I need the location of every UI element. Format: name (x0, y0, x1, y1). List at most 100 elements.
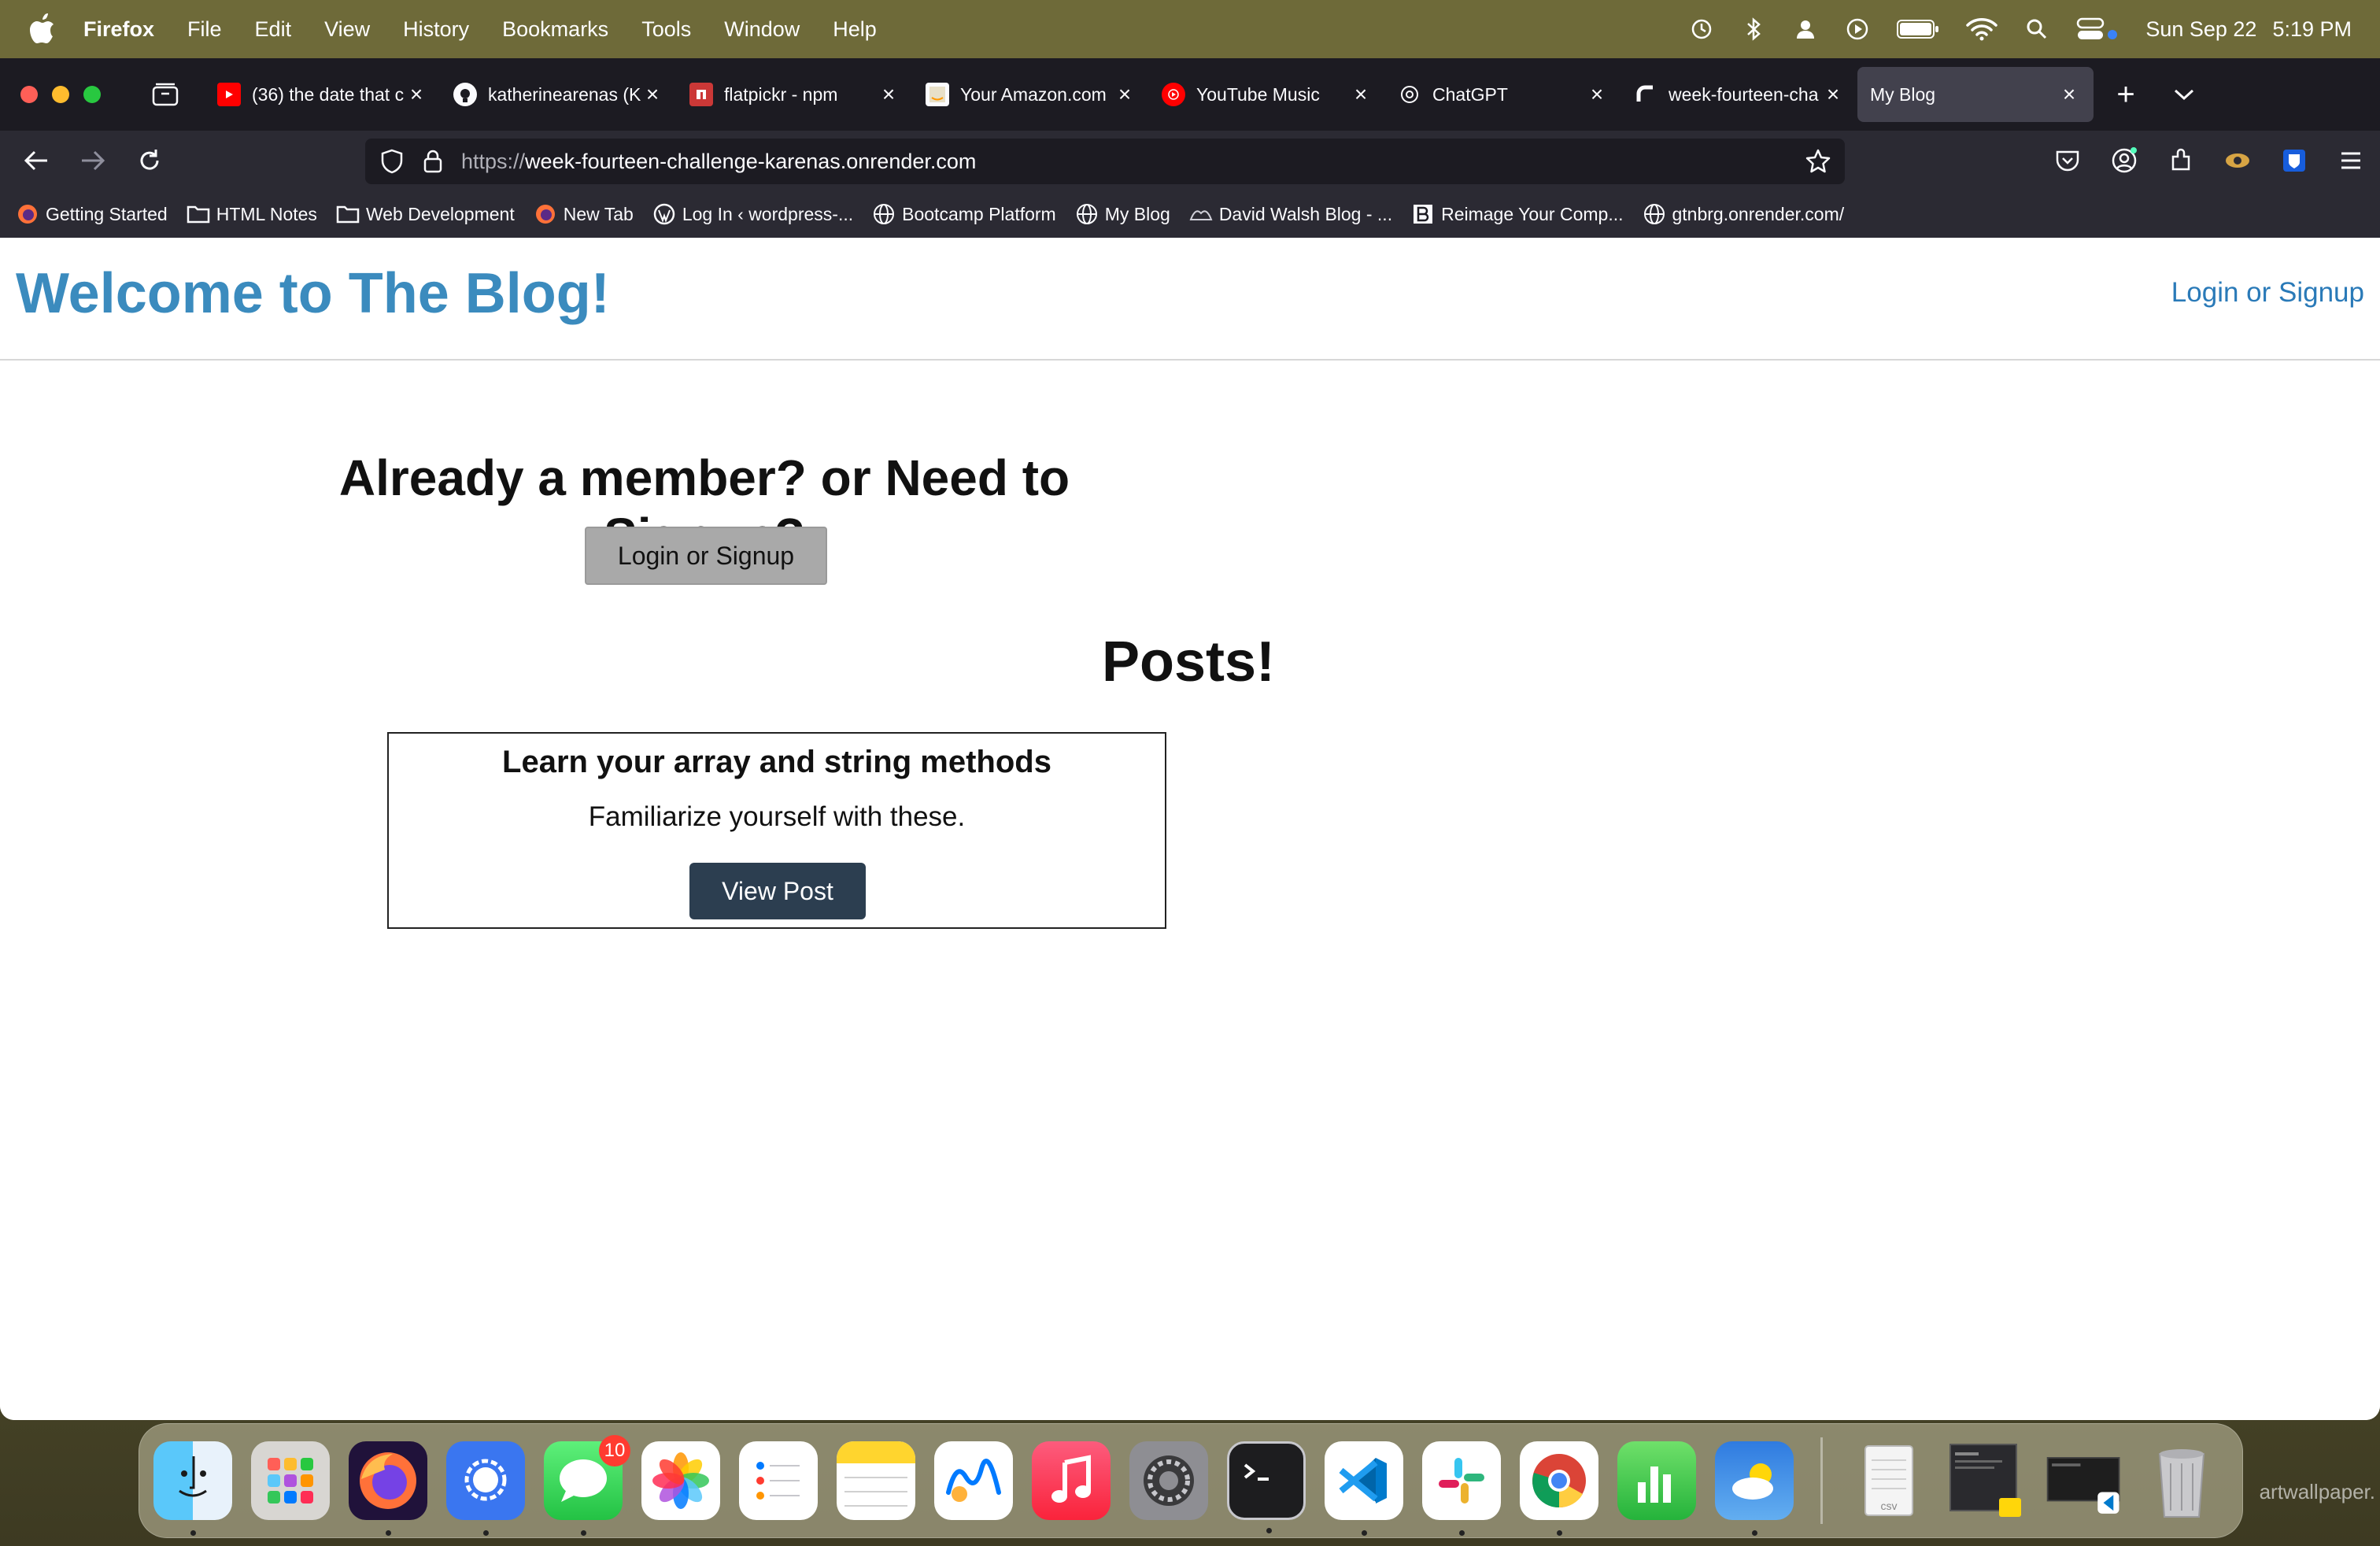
tab-title: week-fourteen-cha (1669, 83, 1819, 105)
vscode-window-stack-icon[interactable] (2045, 1441, 2123, 1520)
close-tab-icon[interactable]: × (641, 82, 664, 106)
slack-icon[interactable] (1422, 1441, 1501, 1536)
site-title[interactable]: Welcome to The Blog! (16, 261, 610, 326)
extensions-icon[interactable] (2163, 142, 2199, 179)
menu-bookmarks[interactable]: Bookmarks (502, 17, 608, 42)
spotlight-icon[interactable] (2024, 17, 2049, 42)
close-tab-icon[interactable]: × (2057, 82, 2081, 106)
amazon-icon (926, 83, 949, 106)
window-controls (20, 86, 101, 103)
signal-icon[interactable] (446, 1441, 525, 1536)
extension-eye-icon[interactable] (2219, 142, 2256, 179)
close-tab-icon[interactable]: × (1113, 82, 1136, 106)
firefox-icon[interactable] (349, 1441, 427, 1536)
menu-help[interactable]: Help (833, 17, 877, 42)
view-post-button[interactable]: View Post (689, 863, 866, 919)
menu-history[interactable]: History (403, 17, 469, 42)
tab-amazon[interactable]: Your Amazon.com × (913, 67, 1149, 122)
menu-tools[interactable]: Tools (641, 17, 691, 42)
csv-stack-icon[interactable]: csv (1850, 1441, 1928, 1520)
reload-button[interactable] (129, 140, 170, 181)
header-login-link[interactable]: Login or Signup (2171, 277, 2364, 309)
freeform-icon[interactable] (934, 1441, 1013, 1520)
zoom-window-button[interactable] (83, 86, 101, 103)
bookmark-label: New Tab (563, 203, 634, 224)
tab-title: ChatGPT (1432, 83, 1508, 105)
notes-icon[interactable] (837, 1441, 915, 1520)
tab-youtube-music[interactable]: YouTube Music × (1149, 67, 1385, 122)
tab-my-blog[interactable]: My Blog × (1857, 67, 2094, 122)
tracking-protection-shield-icon[interactable] (378, 147, 406, 176)
terminal-icon[interactable] (1227, 1441, 1306, 1533)
launchpad-icon[interactable] (251, 1441, 330, 1520)
forward-button[interactable] (72, 140, 113, 181)
finder-icon[interactable] (153, 1441, 232, 1536)
tab-chatgpt[interactable]: ChatGPT × (1385, 67, 1621, 122)
system-settings-icon[interactable] (1129, 1441, 1208, 1520)
tab-npm[interactable]: flatpickr - npm × (677, 67, 913, 122)
photos-icon[interactable] (641, 1441, 720, 1520)
close-tab-icon[interactable]: × (877, 82, 900, 106)
bitwarden-icon[interactable] (2276, 142, 2312, 179)
bookmark-bootcamp-platform[interactable]: Bootcamp Platform (872, 202, 1056, 226)
new-tab-button[interactable]: + (2105, 73, 2147, 116)
bookmark-web-development[interactable]: Web Development (336, 202, 515, 226)
trash-icon[interactable] (2142, 1441, 2221, 1520)
menu-edit[interactable]: Edit (255, 17, 292, 42)
menubar-date[interactable]: Sun Sep 22 (2145, 17, 2256, 42)
bookmark-star-icon[interactable] (1804, 147, 1832, 176)
reminders-icon[interactable] (739, 1441, 818, 1520)
close-tab-icon[interactable]: × (1585, 82, 1609, 106)
npm-icon (689, 83, 713, 106)
lock-icon[interactable] (419, 147, 447, 176)
list-all-tabs-button[interactable] (2163, 73, 2205, 116)
time-machine-icon[interactable] (1689, 17, 1714, 42)
bookmark-reimage[interactable]: Reimage Your Comp... (1411, 202, 1624, 226)
user-icon[interactable] (1793, 17, 1818, 42)
close-window-button[interactable] (20, 86, 38, 103)
menubar-time[interactable]: 5:19 PM (2272, 17, 2352, 42)
menu-app-name[interactable]: Firefox (83, 17, 154, 42)
close-tab-icon[interactable]: × (1349, 82, 1373, 106)
close-tab-icon[interactable]: × (1821, 82, 1845, 106)
bookmark-new-tab[interactable]: New Tab (534, 202, 634, 226)
menu-view[interactable]: View (324, 17, 370, 42)
bookmark-html-notes[interactable]: HTML Notes (187, 202, 317, 226)
app-menu-icon[interactable] (2333, 142, 2369, 179)
posts-heading: Posts! (1101, 631, 1276, 693)
back-button[interactable] (16, 140, 57, 181)
firefox-view-button[interactable] (142, 71, 189, 118)
close-tab-icon[interactable]: × (405, 82, 428, 106)
bookmark-my-blog[interactable]: My Blog (1075, 202, 1170, 226)
menu-file[interactable]: File (187, 17, 222, 42)
bookmark-getting-started[interactable]: Getting Started (16, 202, 168, 226)
apple-logo-icon[interactable] (20, 8, 63, 50)
weather-icon[interactable] (1715, 1441, 1794, 1536)
numbers-icon[interactable] (1617, 1441, 1696, 1520)
tab-github[interactable]: katherinearenas (K × (441, 67, 677, 122)
music-icon[interactable] (1032, 1441, 1111, 1520)
tab-youtube[interactable]: (36) the date that c × (205, 67, 441, 122)
account-icon[interactable] (2106, 142, 2142, 179)
tab-render[interactable]: week-fourteen-cha × (1621, 67, 1857, 122)
pocket-icon[interactable] (2049, 142, 2086, 179)
screenshot-stack-icon[interactable] (1947, 1441, 2026, 1520)
minimize-window-button[interactable] (52, 86, 69, 103)
bookmark-david-walsh[interactable]: David Walsh Blog - ... (1189, 202, 1392, 226)
bluetooth-icon[interactable] (1741, 17, 1766, 42)
chrome-icon[interactable] (1520, 1441, 1598, 1536)
address-bar[interactable]: https://week-fourteen-challenge-karenas.… (365, 139, 1845, 184)
bookmark-label: Reimage Your Comp... (1441, 203, 1624, 224)
youtube-icon (217, 83, 241, 106)
play-icon[interactable] (1845, 17, 1870, 42)
login-signup-button[interactable]: Login or Signup (585, 527, 827, 585)
control-center-icon[interactable] (2076, 17, 2119, 42)
tab-title: katherinearenas (K (488, 83, 641, 105)
battery-icon[interactable] (1897, 17, 1939, 42)
vscode-icon[interactable] (1325, 1441, 1403, 1536)
bookmark-gtnbrg[interactable]: gtnbrg.onrender.com/ (1643, 202, 1844, 226)
menu-window[interactable]: Window (724, 17, 800, 42)
bookmark-wordpress[interactable]: Log In ‹ wordpress-... (652, 202, 853, 226)
wifi-icon[interactable] (1966, 17, 1998, 42)
messages-icon[interactable]: 10 (544, 1435, 630, 1536)
